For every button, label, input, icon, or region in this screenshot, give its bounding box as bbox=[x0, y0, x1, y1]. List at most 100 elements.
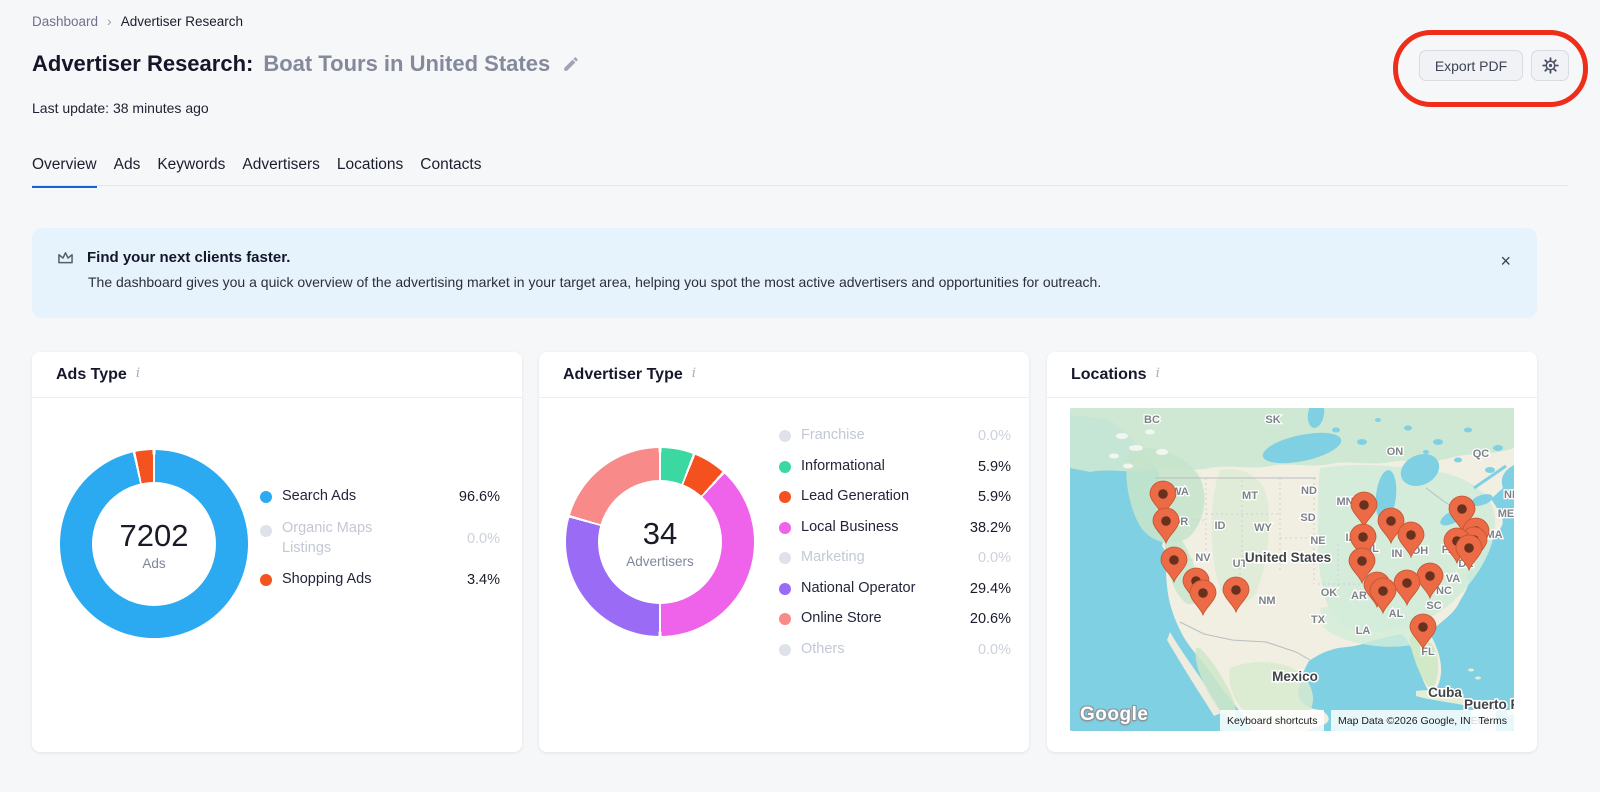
legend-dot bbox=[779, 582, 791, 595]
legend-label: National Operator bbox=[801, 579, 916, 596]
crown-icon bbox=[56, 250, 75, 265]
tab-ads[interactable]: Ads bbox=[114, 156, 141, 188]
banner-body: The dashboard gives you a quick overview… bbox=[88, 274, 1102, 290]
legend-label: Franchise bbox=[801, 427, 865, 444]
legend-percent: 5.9% bbox=[977, 458, 1011, 475]
map-region-label: ME bbox=[1498, 508, 1514, 520]
map-region-label: ID bbox=[1215, 520, 1226, 532]
donut-center-label: Advertisers bbox=[626, 553, 694, 569]
legend-percent: 29.4% bbox=[969, 580, 1011, 597]
map-region-label: NB bbox=[1504, 489, 1514, 501]
breadcrumb: Dashboard › Advertiser Research bbox=[32, 13, 243, 29]
card-advertiser-type: Advertiser Type i 34 Advertisers Franchi… bbox=[539, 352, 1029, 752]
legend-dot bbox=[260, 525, 272, 537]
donut-center: 7202 Ads bbox=[92, 482, 216, 606]
legend-row[interactable]: Informational 5.9% bbox=[779, 452, 1011, 483]
legend-row[interactable]: National Operator 29.4% bbox=[779, 574, 1011, 605]
settings-gear-button[interactable] bbox=[1531, 50, 1569, 81]
advertiser-type-legend: Franchise 0.0% Informational 5.9% Lead Gener… bbox=[779, 421, 1011, 665]
map-region-label: VA bbox=[1446, 573, 1461, 585]
tab-contacts[interactable]: Contacts bbox=[420, 156, 481, 188]
tabs-divider bbox=[32, 185, 1568, 186]
legend-dot bbox=[779, 430, 791, 443]
tab-advertisers[interactable]: Advertisers bbox=[242, 156, 320, 188]
legend-label: Shopping Ads bbox=[282, 571, 372, 588]
map-canvas[interactable]: BCSKONQCNBMENSWAMTNDMNSDORIDWYNEIAILINOH… bbox=[1070, 408, 1514, 731]
legend-percent: 20.6% bbox=[969, 611, 1011, 628]
advertiser-type-donut-chart[interactable]: 34 Advertisers bbox=[566, 448, 754, 636]
legend-label: Online Store bbox=[801, 610, 882, 627]
donut-center-label: Ads bbox=[142, 555, 166, 571]
legend-dot bbox=[260, 491, 272, 503]
page: Dashboard › Advertiser Research Advertis… bbox=[0, 0, 1600, 792]
legend-row[interactable]: Lead Generation 5.9% bbox=[779, 482, 1011, 513]
legend-dot bbox=[779, 521, 791, 534]
legend-row[interactable]: Marketing 0.0% bbox=[779, 543, 1011, 574]
legend-row[interactable]: Online Store 20.6% bbox=[779, 604, 1011, 635]
keyboard-shortcuts-link[interactable]: Keyboard shortcuts bbox=[1220, 710, 1325, 731]
card-title-locations: Locations bbox=[1071, 365, 1147, 383]
map-region-label: AL bbox=[1389, 608, 1404, 620]
donut-center-value: 34 bbox=[642, 515, 678, 551]
legend-row[interactable]: Search Ads 96.6% bbox=[260, 482, 500, 512]
map-region-label: SK bbox=[1265, 414, 1280, 426]
promo-banner: Find your next clients faster. The dashb… bbox=[32, 228, 1537, 318]
tab-locations[interactable]: Locations bbox=[337, 156, 403, 188]
info-icon[interactable]: i bbox=[136, 366, 140, 381]
legend-label: Marketing bbox=[801, 549, 865, 566]
legend-row[interactable]: Local Business 38.2% bbox=[779, 513, 1011, 544]
google-logo[interactable]: Google bbox=[1080, 704, 1148, 726]
info-icon[interactable]: i bbox=[692, 366, 696, 381]
map-region-label: IN bbox=[1392, 548, 1403, 560]
banner-close-icon[interactable]: × bbox=[1500, 252, 1511, 270]
legend-dot bbox=[779, 613, 791, 626]
map-region-label: AR bbox=[1351, 590, 1367, 602]
donut-center-value: 7202 bbox=[119, 517, 189, 553]
map-terms-link[interactable]: Terms bbox=[1471, 710, 1514, 731]
legend-percent: 38.2% bbox=[969, 519, 1011, 536]
map-country-label: United States bbox=[1245, 550, 1331, 565]
map-region-label: ON bbox=[1387, 446, 1404, 458]
legend-row[interactable]: Franchise 0.0% bbox=[779, 421, 1011, 452]
map-region-label: LA bbox=[1356, 625, 1371, 637]
donut-center: 34 Advertisers bbox=[598, 480, 722, 604]
legend-percent: 0.0% bbox=[977, 428, 1011, 445]
map-region-label: SC bbox=[1426, 600, 1441, 612]
map-region-label: BC bbox=[1144, 414, 1160, 426]
legend-percent: 5.9% bbox=[977, 489, 1011, 506]
breadcrumb-dashboard-link[interactable]: Dashboard bbox=[32, 14, 98, 29]
map-region-label: MT bbox=[1242, 490, 1258, 502]
info-icon[interactable]: i bbox=[1156, 366, 1160, 381]
map-region-label: NM bbox=[1258, 595, 1275, 607]
tab-overview[interactable]: Overview bbox=[32, 156, 97, 188]
legend-row[interactable]: Shopping Ads 3.4% bbox=[260, 565, 500, 595]
locations-map[interactable]: BCSKONQCNBMENSWAMTNDMNSDORIDWYNEIAILINOH… bbox=[1070, 408, 1514, 731]
legend-row[interactable]: Others 0.0% bbox=[779, 635, 1011, 666]
legend-row[interactable]: Organic Maps Listings 0.0% bbox=[260, 519, 500, 558]
map-country-label: Mexico bbox=[1272, 669, 1318, 684]
map-country-label: Cuba bbox=[1428, 685, 1462, 700]
legend-percent: 0.0% bbox=[977, 641, 1011, 658]
map-region-label: WY bbox=[1254, 522, 1272, 534]
legend-label: Informational bbox=[801, 457, 885, 474]
legend-dot bbox=[779, 552, 791, 565]
report-name: Boat Tours in United States bbox=[263, 51, 551, 76]
ads-type-donut-chart[interactable]: 7202 Ads bbox=[60, 450, 248, 638]
card-title-advertiser-type: Advertiser Type bbox=[563, 365, 683, 383]
legend-label: Search Ads bbox=[282, 488, 357, 505]
legend-percent: 0.0% bbox=[466, 530, 500, 547]
export-pdf-button[interactable]: Export PDF bbox=[1419, 50, 1523, 81]
last-update-text: Last update: 38 minutes ago bbox=[32, 100, 209, 116]
legend-dot bbox=[260, 574, 272, 587]
tab-keywords[interactable]: Keywords bbox=[157, 156, 225, 188]
gear-icon bbox=[1541, 57, 1559, 74]
breadcrumb-chevron-icon: › bbox=[107, 13, 112, 29]
edit-pencil-icon[interactable] bbox=[562, 55, 580, 73]
map-region-label: TX bbox=[1311, 614, 1326, 626]
legend-percent: 3.4% bbox=[466, 572, 500, 589]
legend-percent: 0.0% bbox=[977, 550, 1011, 567]
legend-dot bbox=[779, 460, 791, 473]
map-region-label: SD bbox=[1300, 512, 1315, 524]
tab-bar: Overview Ads Keywords Advertisers Locations C… bbox=[32, 156, 481, 188]
legend-label: Organic Maps Listings bbox=[282, 520, 373, 556]
